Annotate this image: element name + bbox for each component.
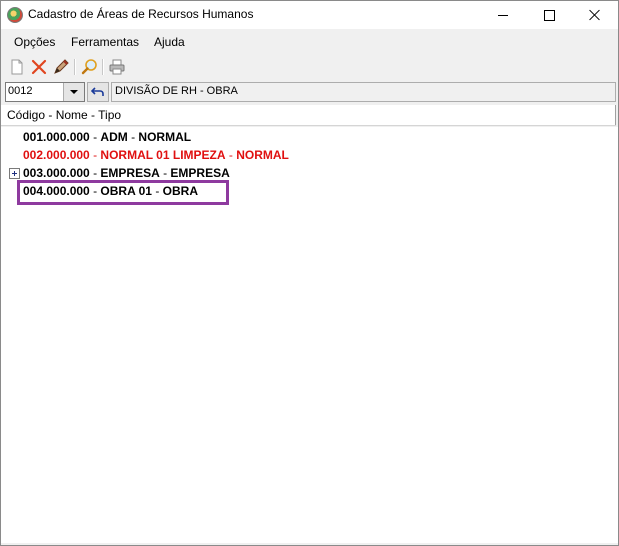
menu-opcoes[interactable]: Opções	[14, 35, 55, 49]
edit-pencil-icon	[54, 59, 69, 74]
minimize-button[interactable]	[480, 1, 526, 29]
header-divider	[615, 105, 616, 125]
menu-ferramentas[interactable]: Ferramentas	[71, 35, 139, 49]
undo-arrow-icon	[91, 87, 104, 96]
node-name: ADM	[100, 130, 128, 144]
expand-plus-icon[interactable]	[9, 168, 20, 179]
tree-node-normal-01-limpeza[interactable]: 002.000.000 - NORMAL 01 LIMPEZA - NORMAL	[23, 146, 289, 164]
main-window: Cadastro de Áreas de Recursos Humanos Op…	[0, 0, 619, 546]
close-icon	[589, 9, 601, 21]
dropdown-button[interactable]	[63, 83, 84, 101]
area-description-field: DIVISÃO DE RH - OBRA	[111, 82, 616, 102]
toolbar	[1, 55, 618, 79]
tree-column-header[interactable]: Código - Nome - Tipo	[1, 105, 616, 126]
delete-button[interactable]	[29, 57, 49, 77]
selection-highlight-box	[17, 180, 229, 205]
area-code-value: 0012	[8, 85, 33, 97]
tree-header-label: Código - Nome - Tipo	[7, 108, 122, 122]
menu-ajuda[interactable]: Ajuda	[154, 35, 185, 49]
node-code: 001.000.000	[23, 130, 90, 144]
title-bar: Cadastro de Áreas de Recursos Humanos	[1, 1, 618, 29]
window-title: Cadastro de Áreas de Recursos Humanos	[28, 7, 254, 21]
new-button[interactable]	[7, 57, 27, 77]
printer-icon	[109, 59, 125, 75]
search-magnifier-icon	[81, 59, 97, 75]
node-type: EMPRESA	[170, 166, 230, 180]
node-name: EMPRESA	[100, 166, 160, 180]
tree-node-adm[interactable]: 001.000.000 - ADM - NORMAL	[23, 128, 191, 146]
maximize-button[interactable]	[526, 1, 572, 29]
maximize-icon	[543, 9, 555, 21]
area-description-value: DIVISÃO DE RH - OBRA	[115, 85, 238, 97]
node-code: 003.000.000	[23, 166, 90, 180]
minimize-icon	[498, 14, 508, 16]
undo-button[interactable]	[87, 82, 109, 102]
menu-bar: Opções Ferramentas Ajuda	[1, 31, 618, 53]
node-code: 002.000.000	[23, 148, 90, 162]
area-selector-row: 0012 DIVISÃO DE RH - OBRA	[1, 80, 618, 104]
node-type: NORMAL	[138, 130, 192, 144]
print-button[interactable]	[107, 57, 127, 77]
node-type: NORMAL	[236, 148, 289, 162]
node-name: NORMAL 01 LIMPEZA	[100, 148, 226, 162]
area-code-combobox[interactable]: 0012	[5, 82, 85, 102]
search-button[interactable]	[80, 57, 100, 77]
close-button[interactable]	[572, 1, 618, 29]
toolbar-separator	[74, 59, 76, 75]
new-document-icon	[11, 59, 23, 75]
app-globe-icon	[7, 7, 23, 23]
areas-tree[interactable]: 001.000.000 - ADM - NORMAL 002.000.000 -…	[1, 127, 618, 543]
chevron-down-icon	[70, 90, 78, 94]
delete-x-icon	[31, 59, 47, 75]
edit-button[interactable]	[51, 57, 71, 77]
toolbar-separator	[102, 59, 104, 75]
